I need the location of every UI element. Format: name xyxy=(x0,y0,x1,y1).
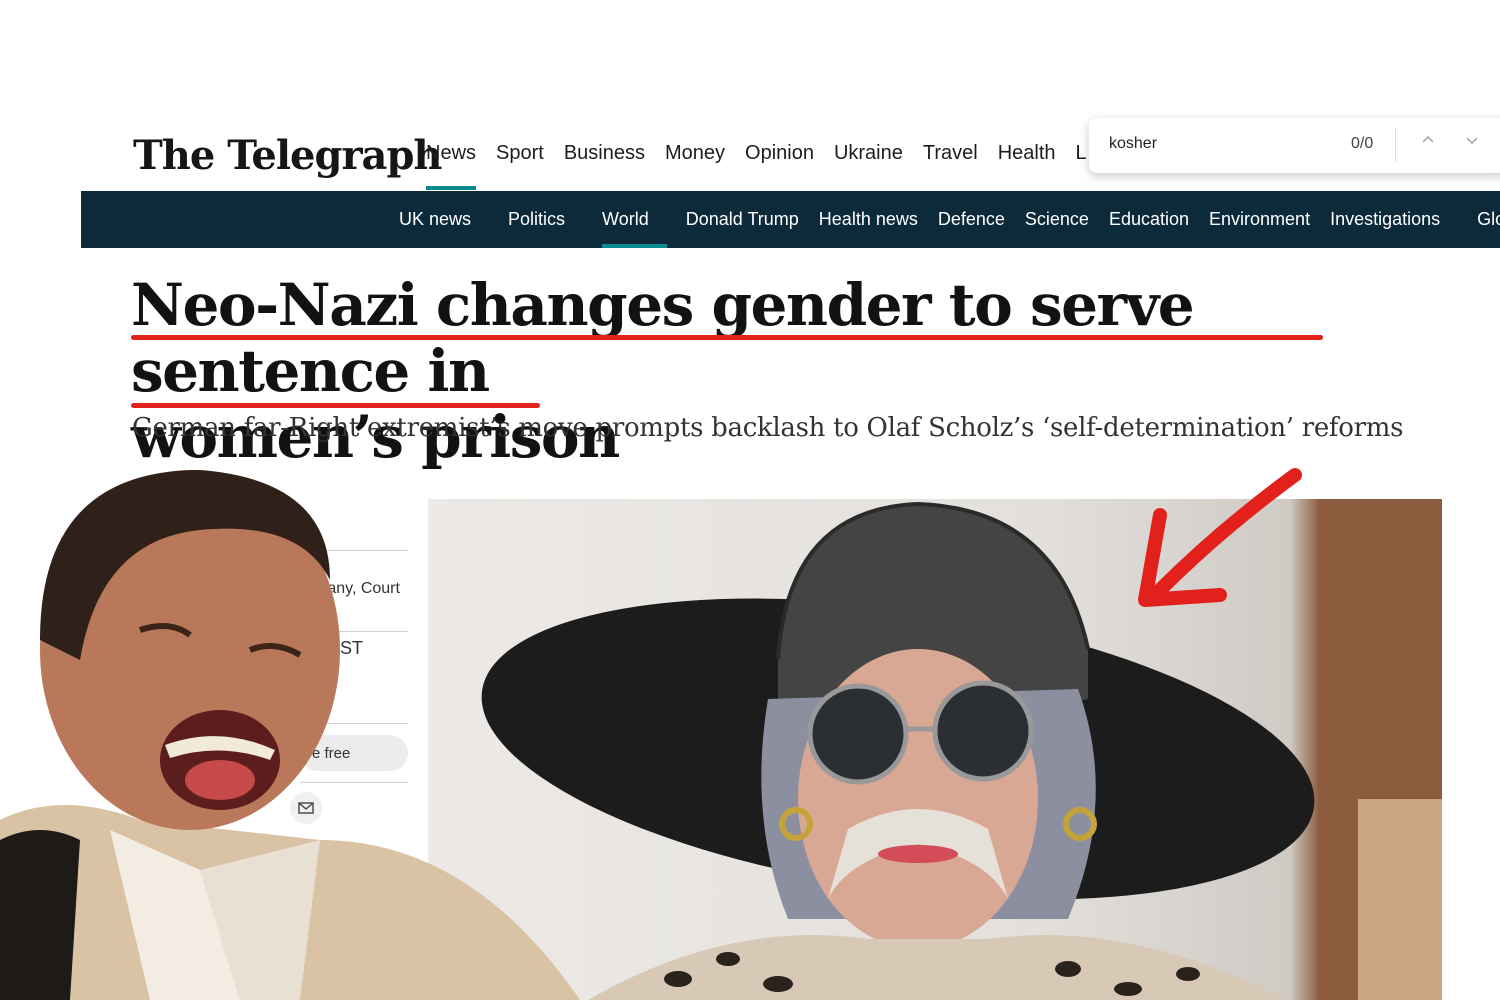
subnav-health-news[interactable]: Health news xyxy=(809,191,928,248)
subnav-environment[interactable]: Environment xyxy=(1199,191,1320,248)
subnav-education[interactable]: Education xyxy=(1099,191,1199,248)
laughing-man-overlay-image xyxy=(0,460,600,1000)
nav-ukraine[interactable]: Ukraine xyxy=(824,142,913,190)
chevron-down-icon[interactable] xyxy=(1460,132,1484,156)
nav-business[interactable]: Business xyxy=(554,142,655,190)
red-arrow-annotation xyxy=(1138,468,1302,607)
nav-news[interactable]: News xyxy=(416,142,486,190)
telegraph-logo[interactable]: The Telegraph xyxy=(133,132,443,179)
section-nav: UK news Politics World Donald Trump Heal… xyxy=(81,191,1500,248)
find-match-count: 0/0 xyxy=(1351,135,1374,152)
nav-health[interactable]: Health xyxy=(988,142,1066,190)
subnav-truncated[interactable]: Glo xyxy=(1467,191,1500,248)
nav-money[interactable]: Money xyxy=(655,142,735,190)
top-nav: News Sport Business Money Opinion Ukrain… xyxy=(416,142,1097,190)
subnav-world[interactable]: World xyxy=(592,191,667,248)
red-underline-1 xyxy=(131,335,1323,340)
subnav-defence[interactable]: Defence xyxy=(928,191,1015,248)
subnav-politics[interactable]: Politics xyxy=(498,191,575,248)
subnav-science[interactable]: Science xyxy=(1015,191,1099,248)
find-in-page-bar: kosher 0/0 xyxy=(1089,118,1500,173)
subnav-uk-news[interactable]: UK news xyxy=(389,191,481,248)
find-input[interactable]: kosher xyxy=(1109,135,1157,153)
article-standfirst: German far-Right extremist’s move prompt… xyxy=(132,413,1404,443)
nav-opinion[interactable]: Opinion xyxy=(735,142,824,190)
subnav-donald-trump[interactable]: Donald Trump xyxy=(676,191,809,248)
red-underline-2 xyxy=(131,403,540,408)
subnav-investigations[interactable]: Investigations xyxy=(1320,191,1450,248)
find-divider xyxy=(1395,128,1396,162)
nav-travel[interactable]: Travel xyxy=(913,142,988,190)
chevron-up-icon[interactable] xyxy=(1416,132,1440,156)
nav-sport[interactable]: Sport xyxy=(486,142,554,190)
